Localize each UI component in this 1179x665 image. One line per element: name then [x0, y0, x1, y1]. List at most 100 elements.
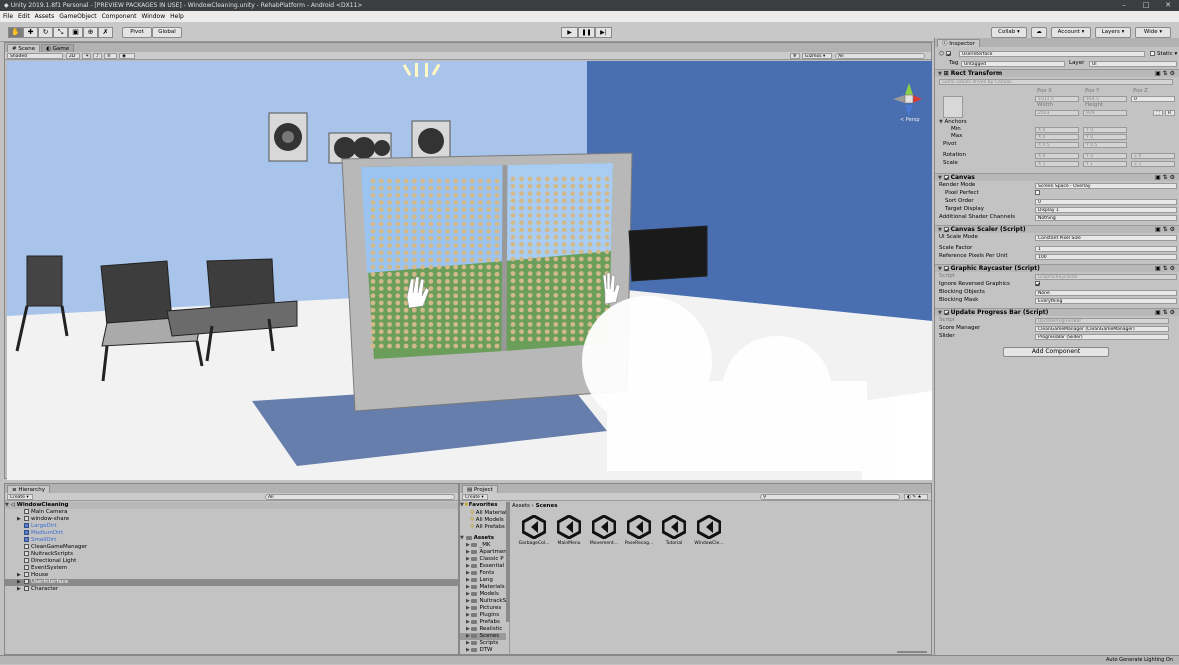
transform-tool-button[interactable]: ⊕ — [83, 27, 98, 38]
menu-help[interactable]: Help — [170, 13, 184, 20]
static-toggle[interactable]: Static ▾ — [1150, 51, 1177, 58]
asset-folder-item[interactable]: ▶ DTW — [460, 647, 506, 654]
tab-game[interactable]: ◐ Game — [41, 44, 75, 52]
slider-field[interactable]: ProgressBar (Slider) — [1035, 333, 1169, 340]
asset-folder-item[interactable]: ▶ Materials — [460, 584, 506, 591]
cloud-button[interactable]: ☁ — [1031, 27, 1047, 38]
hierarchy-item[interactable]: ▶ Character — [5, 586, 458, 593]
min-x-field[interactable]: X 0 — [1035, 126, 1079, 133]
rot-x-field[interactable]: X 0 — [1035, 152, 1079, 159]
hierarchy-item[interactable]: NuitrackScripts — [5, 551, 458, 558]
play-button[interactable]: ▶ — [561, 27, 578, 38]
persp-label[interactable]: < Persp — [900, 117, 920, 123]
asset-folder-item[interactable]: ▶ Lang — [460, 577, 506, 584]
hierarchy-item[interactable]: Directional Light — [5, 558, 458, 565]
favorite-item[interactable]: ⚲ All Materials — [460, 510, 506, 517]
foldout-arrow-icon[interactable]: ▶ — [17, 586, 24, 593]
scale-y-field[interactable]: Y 1 — [1083, 160, 1127, 167]
tab-inspector[interactable]: ⓘ Inspector — [937, 39, 980, 47]
hierarchy-item[interactable]: SmallDirt — [5, 537, 458, 544]
foldout-arrow-icon[interactable]: ▶ — [17, 579, 24, 586]
anchors-row[interactable]: ▼ Anchors — [939, 119, 1176, 126]
blocking-mask-dropdown[interactable]: Everything — [1035, 297, 1177, 304]
audio-toggle[interactable]: ♪ — [93, 53, 102, 59]
menu-file[interactable]: File — [3, 13, 13, 20]
asset-folder-item[interactable]: ▶ Prefabs — [460, 619, 506, 626]
menu-gameobject[interactable]: GameObject — [59, 13, 96, 20]
foldout-arrow-icon[interactable]: ▶ — [17, 516, 24, 523]
menu-assets[interactable]: Assets — [35, 13, 55, 20]
project-filter-buttons[interactable]: ◐ ✎ ★ — [904, 494, 928, 500]
pivot-y-field[interactable]: Y 0.5 — [1083, 141, 1127, 148]
foldout-arrow-icon[interactable]: ▶ — [17, 572, 24, 579]
maximize-button[interactable]: □ — [1135, 0, 1157, 11]
asset-folder-item[interactable]: ▶ Plugins — [460, 612, 506, 619]
favorites-row[interactable]: ▼★Favorites — [460, 502, 506, 509]
canvas-scaler-header[interactable]: ▼ Canvas Scaler (Script) ▣ ⇅ ⚙ — [935, 225, 1179, 233]
scene-asset-item[interactable]: MainMenu — [550, 514, 588, 546]
max-x-field[interactable]: X 0 — [1035, 133, 1079, 140]
posx-field[interactable]: 1011.5 — [1035, 95, 1079, 102]
scene-asset-item[interactable]: Movement... — [585, 514, 623, 546]
layer-dropdown[interactable]: UI — [1089, 60, 1177, 67]
hierarchy-item[interactable]: ▶ UserInterface — [5, 579, 458, 586]
scale-tool-button[interactable]: ⤡ — [53, 27, 68, 38]
pause-button[interactable]: ❚❚ — [578, 27, 595, 38]
posy-field[interactable]: 464.5 — [1083, 95, 1127, 102]
shading-mode-dropdown[interactable]: Shaded — [7, 53, 63, 59]
max-y-field[interactable]: Y 0 — [1083, 133, 1127, 140]
2d-toggle[interactable]: 2D — [66, 53, 80, 59]
component-settings-icon[interactable]: ▣ ⇅ ⚙ — [1155, 70, 1175, 78]
width-field[interactable]: 2023 — [1035, 109, 1079, 116]
collab-button[interactable]: Collab ▾ — [991, 27, 1027, 38]
favorite-item[interactable]: ⚲ All Models — [460, 517, 506, 524]
min-y-field[interactable]: Y 0 — [1083, 126, 1127, 133]
raycaster-settings-icon[interactable]: ▣ ⇅ ⚙ — [1155, 265, 1175, 273]
target-display-dropdown[interactable]: Display 1 — [1035, 206, 1177, 213]
asset-folder-item[interactable]: ▶ Classic P — [460, 556, 506, 563]
scene-asset-item[interactable]: WindowCle... — [690, 514, 728, 546]
active-checkbox[interactable] — [945, 51, 951, 56]
raw-edit-button[interactable]: R — [1165, 109, 1175, 116]
icon-size-slider[interactable] — [897, 651, 927, 653]
canvas-enabled-checkbox[interactable] — [943, 175, 949, 180]
project-create-dropdown[interactable]: Create ▾ — [462, 494, 488, 500]
pivot-x-field[interactable]: X 0.5 — [1035, 141, 1079, 148]
tab-hierarchy[interactable]: ≡ Hierarchy — [7, 485, 50, 493]
render-mode-dropdown[interactable]: Screen Space - Overlay — [1035, 182, 1177, 189]
progress-bar-header[interactable]: ▼ Update Progress Bar (Script) ▣ ⇅ ⚙ — [935, 308, 1179, 316]
graphic-raycaster-header[interactable]: ▼ Graphic Raycaster (Script) ▣ ⇅ ⚙ — [935, 264, 1179, 272]
asset-folder-item[interactable]: ▶ Scripts — [460, 640, 506, 647]
score-manager-field[interactable]: CleanGameManager (CleanGameManager) — [1035, 325, 1169, 332]
account-button[interactable]: Account ▾ — [1051, 27, 1091, 38]
canvas-header[interactable]: ▼ Canvas ▣ ⇅ ⚙ — [935, 173, 1179, 181]
project-search-input[interactable]: ⚲ — [760, 494, 900, 500]
shader-channels-dropdown[interactable]: Nothing — [1035, 214, 1177, 221]
menu-window[interactable]: Window — [141, 13, 165, 20]
blueprint-button[interactable]: ⬚ — [1153, 109, 1163, 116]
pivot-toggle[interactable]: Pivot — [122, 27, 152, 38]
pixel-perfect-checkbox[interactable] — [1035, 190, 1040, 195]
asset-folder-item[interactable]: ▶ Essential — [460, 563, 506, 570]
folder-tree-scrollbar[interactable] — [506, 502, 510, 622]
asset-folder-item[interactable]: ▶ Models — [460, 591, 506, 598]
raycaster-enabled-checkbox[interactable] — [943, 266, 949, 271]
hierarchy-create-dropdown[interactable]: Create ▾ — [7, 494, 33, 500]
ui-scale-dropdown[interactable]: Constant Pixel Size — [1035, 234, 1177, 241]
ignore-reversed-checkbox[interactable] — [1035, 281, 1040, 286]
height-field[interactable]: 929 — [1083, 109, 1127, 116]
scene-camera-settings[interactable]: ✲ — [790, 53, 800, 59]
asset-folder-item[interactable]: ▶ Fonts — [460, 570, 506, 577]
hierarchy-item[interactable]: CleanGameManager — [5, 544, 458, 551]
hierarchy-item[interactable]: ▶ House — [5, 572, 458, 579]
rot-z-field[interactable]: Z 0 — [1131, 152, 1175, 159]
scaler-enabled-checkbox[interactable] — [943, 227, 949, 232]
asset-folder-item[interactable]: ▶ _MK — [460, 542, 506, 549]
object-name-field[interactable]: UserInterface — [959, 51, 1145, 57]
menu-edit[interactable]: Edit — [18, 13, 30, 20]
minimize-button[interactable]: – — [1113, 0, 1135, 11]
progress-script-field[interactable]: UpdateProgressBar — [1035, 317, 1169, 324]
hierarchy-search-input[interactable]: All — [265, 494, 455, 500]
canvas-settings-icon[interactable]: ▣ ⇅ ⚙ — [1155, 174, 1175, 182]
progress-settings-icon[interactable]: ▣ ⇅ ⚙ — [1155, 309, 1175, 317]
